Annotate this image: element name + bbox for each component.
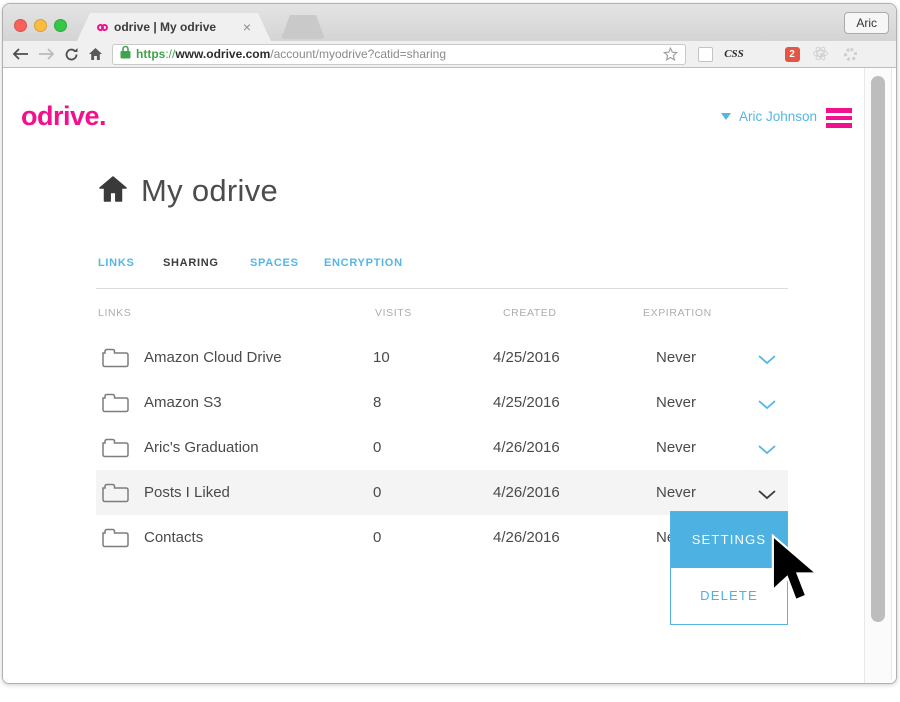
- notes-extension-icon[interactable]: [695, 47, 715, 62]
- chrome-menu-icon[interactable]: [869, 50, 887, 58]
- link-name[interactable]: Amazon S3: [144, 380, 222, 425]
- col-header-created: CREATED: [503, 307, 557, 319]
- row-actions-chevron-icon[interactable]: [758, 442, 776, 460]
- profile-button[interactable]: Aric: [844, 12, 889, 34]
- scrollbar-thumb[interactable]: [871, 76, 885, 622]
- zoom-window-button[interactable]: [54, 19, 67, 32]
- scrollbar-track[interactable]: [864, 68, 892, 683]
- secure-lock-icon: [120, 45, 131, 64]
- table-row-highlighted: Posts I Liked 0 4/26/2016 Never: [96, 470, 788, 515]
- page-title: My odrive: [141, 173, 278, 209]
- user-menu[interactable]: Aric Johnson: [721, 109, 817, 124]
- url-bar[interactable]: https://www.odrive.com/account/myodrive?…: [112, 44, 686, 65]
- url-text: https://www.odrive.com/account/myodrive?…: [136, 47, 446, 61]
- link-created: 4/26/2016: [493, 470, 560, 515]
- folder-icon: [101, 527, 130, 554]
- mouse-cursor: [769, 534, 831, 613]
- link-visits: 8: [373, 380, 381, 425]
- folder-icon: [101, 482, 130, 509]
- url-path: /account/myodrive?catid=sharing: [270, 47, 446, 61]
- folder-icon: [101, 392, 130, 419]
- link-expiration: Never: [656, 425, 696, 470]
- url-scheme: https: [136, 47, 165, 61]
- table-row: Amazon S3 8 4/25/2016 Never: [96, 380, 788, 425]
- tag-badge-extension-icon[interactable]: 2: [782, 47, 802, 62]
- row-actions-chevron-icon[interactable]: [758, 352, 776, 370]
- folder-icon: [101, 347, 130, 374]
- link-name[interactable]: Posts I Liked: [144, 470, 230, 515]
- new-tab-button[interactable]: [281, 15, 325, 39]
- hamburger-menu-icon[interactable]: [826, 108, 852, 131]
- tab-sharing[interactable]: SHARING: [163, 257, 219, 269]
- page-content: odrive. Aric Johnson My odrive LINKS SHA…: [3, 68, 896, 684]
- odrive-logo[interactable]: odrive.: [21, 101, 106, 132]
- gear-extension-icon[interactable]: [840, 48, 860, 61]
- bookmark-star-icon[interactable]: [663, 47, 678, 61]
- link-visits: 10: [373, 335, 390, 380]
- link-created: 4/26/2016: [493, 515, 560, 560]
- browser-window: odrive | My odrive × Aric: [2, 3, 897, 684]
- screenshot-root: odrive | My odrive × Aric: [0, 0, 900, 702]
- link-expiration: Never: [656, 335, 696, 380]
- folder-icon: [101, 437, 130, 464]
- reload-icon[interactable]: [64, 47, 79, 62]
- link-expiration: Never: [656, 470, 696, 515]
- row-actions-chevron-icon[interactable]: [758, 487, 776, 505]
- link-name[interactable]: Contacts: [144, 515, 203, 560]
- col-header-expiration: EXPIRATION: [643, 307, 712, 319]
- css-extension-icon[interactable]: CSS: [724, 48, 744, 60]
- tab-close-icon[interactable]: ×: [243, 20, 251, 34]
- caret-down-icon: [721, 113, 731, 120]
- page-heading: My odrive: [98, 173, 278, 209]
- tab-strip: odrive | My odrive × Aric: [3, 4, 896, 41]
- table-row: Amazon Cloud Drive 10 4/25/2016 Never: [96, 335, 788, 380]
- close-window-button[interactable]: [14, 19, 27, 32]
- tab-spaces[interactable]: SPACES: [250, 257, 299, 269]
- forward-icon[interactable]: [38, 48, 55, 60]
- link-created: 4/25/2016: [493, 380, 560, 425]
- link-name[interactable]: Amazon Cloud Drive: [144, 335, 282, 380]
- odrive-favicon-icon: [97, 24, 108, 31]
- col-header-visits: VISITS: [375, 307, 412, 319]
- home-icon[interactable]: [88, 47, 103, 61]
- user-name: Aric Johnson: [739, 109, 817, 124]
- url-host: www.odrive.com: [175, 47, 270, 61]
- tab-links[interactable]: LINKS: [98, 257, 135, 269]
- link-expiration: Never: [656, 380, 696, 425]
- tab-title: odrive | My odrive: [114, 20, 237, 34]
- react-devtools-icon[interactable]: [811, 45, 831, 63]
- back-icon[interactable]: [12, 48, 29, 60]
- link-created: 4/26/2016: [493, 425, 560, 470]
- table-row: Aric's Graduation 0 4/26/2016 Never: [96, 425, 788, 470]
- row-actions-chevron-icon[interactable]: [758, 397, 776, 415]
- col-header-links: LINKS: [98, 307, 131, 319]
- home-house-icon: [98, 175, 128, 208]
- minimize-window-button[interactable]: [34, 19, 47, 32]
- link-visits: 0: [373, 425, 381, 470]
- tab-encryption[interactable]: ENCRYPTION: [324, 257, 403, 269]
- link-visits: 0: [373, 470, 381, 515]
- browser-tab[interactable]: odrive | My odrive ×: [77, 13, 271, 41]
- link-visits: 0: [373, 515, 381, 560]
- section-divider: [96, 288, 788, 289]
- link-created: 4/25/2016: [493, 335, 560, 380]
- browser-toolbar: https://www.odrive.com/account/myodrive?…: [3, 41, 896, 68]
- link-name[interactable]: Aric's Graduation: [144, 425, 259, 470]
